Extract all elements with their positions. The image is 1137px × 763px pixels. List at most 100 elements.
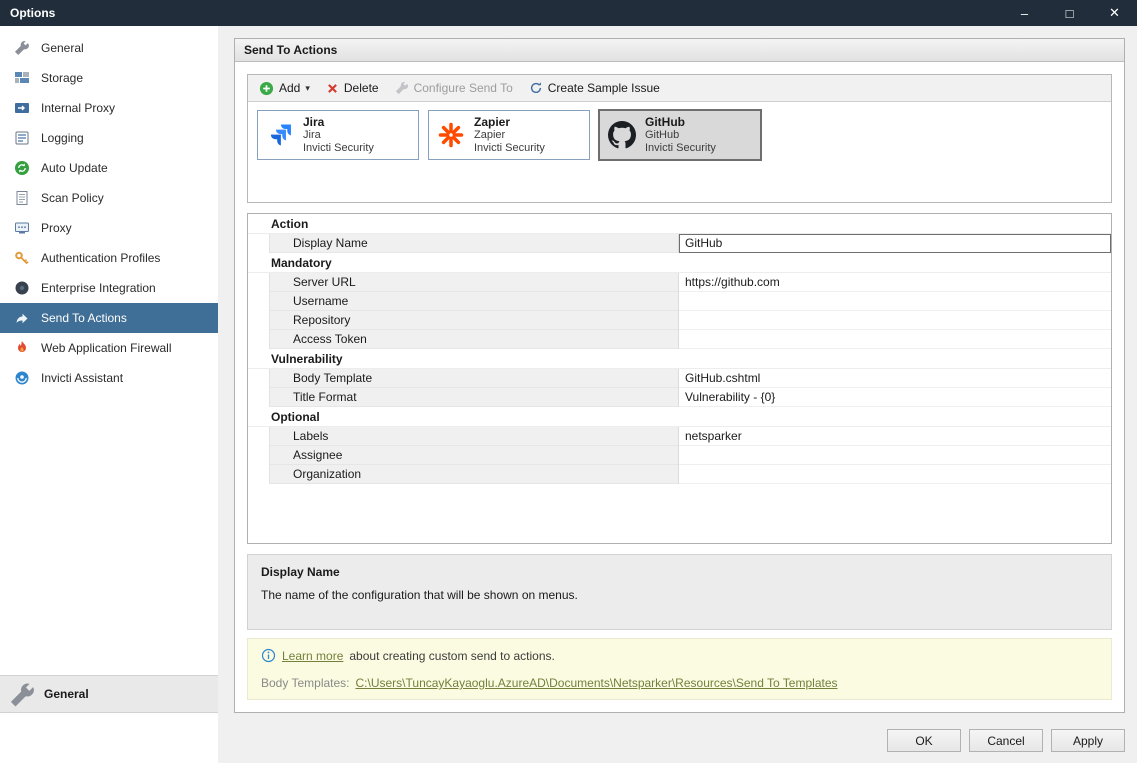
zapier-icon [436,120,466,150]
github-icon [607,120,637,150]
property-row-assignee: Assignee [248,446,1111,465]
row-gutter [248,311,270,330]
sidebar-item-scan-policy[interactable]: Scan Policy [0,183,218,213]
card-subtitle: GitHub [645,129,716,142]
proxy-icon [14,220,30,236]
body-templates-path-link[interactable]: C:\Users\TuncayKayaoglu.AzureAD\Document… [356,676,838,690]
configure-send-to-label: Configure Send To [414,81,513,95]
learn-more-suffix: about creating custom send to actions. [349,649,554,663]
create-sample-issue-button[interactable]: Create Sample Issue [521,78,668,98]
chevron-down-icon: ▾ [305,83,310,94]
cancel-button[interactable]: Cancel [969,729,1043,752]
sidebar-item-label: Authentication Profiles [41,251,160,265]
apply-button[interactable]: Apply [1051,729,1125,752]
internal-proxy-icon [14,100,30,116]
row-gutter [248,234,270,253]
scan-policy-icon [14,190,30,206]
property-group-optional[interactable]: Optional [248,407,1111,427]
property-label[interactable]: Body Template [270,369,679,388]
property-value-input[interactable] [679,330,1111,349]
sidebar-item-label: Storage [41,71,83,85]
property-label[interactable]: Labels [270,427,679,446]
row-gutter [248,273,270,292]
property-value-input[interactable]: Vulnerability - {0} [679,388,1111,407]
add-button-label: Add [279,81,300,95]
property-label[interactable]: Display Name [270,234,679,253]
property-group-vulnerability[interactable]: Vulnerability [248,349,1111,369]
sidebar-item-label: Auto Update [41,161,108,175]
sidebar-item-label: General [41,41,84,55]
learn-more-link[interactable]: Learn more [282,649,343,663]
card-title: Zapier [474,116,545,129]
property-value-input[interactable]: GitHub [679,234,1111,253]
row-gutter [248,369,270,388]
property-value-input[interactable] [679,292,1111,311]
sidebar-item-label: Web Application Firewall [41,341,172,355]
close-button[interactable]: ✕ [1092,0,1137,26]
sidebar-item-proxy[interactable]: Proxy [0,213,218,243]
sidebar-footer-label: General [44,687,89,701]
titlebar: Options – □ ✕ [0,0,1137,26]
ok-button[interactable]: OK [887,729,961,752]
logging-icon [14,130,30,146]
property-label[interactable]: Username [270,292,679,311]
card-jira[interactable]: Jira Jira Invicti Security [257,110,419,160]
property-value-input[interactable] [679,311,1111,330]
sidebar-item-invicti-assistant[interactable]: Invicti Assistant [0,363,218,393]
create-sample-issue-label: Create Sample Issue [548,81,660,95]
property-label[interactable]: Assignee [270,446,679,465]
card-github[interactable]: GitHub GitHub Invicti Security [599,110,761,160]
sidebar-item-send-to-actions[interactable]: Send To Actions [0,303,218,333]
sidebar-item-label: Internal Proxy [41,101,115,115]
sidebar-item-logging[interactable]: Logging [0,123,218,153]
minimize-button[interactable]: – [1002,0,1047,26]
sidebar-item-authentication-profiles[interactable]: Authentication Profiles [0,243,218,273]
property-row-title-format: Title Format Vulnerability - {0} [248,388,1111,407]
delete-button[interactable]: Delete [318,78,387,98]
property-row-display-name: Display Name GitHub [248,234,1111,253]
configure-send-to-button[interactable]: Configure Send To [387,78,521,98]
card-title: Jira [303,116,374,129]
property-value-input[interactable] [679,446,1111,465]
card-vendor: Invicti Security [474,142,545,155]
sidebar-item-storage[interactable]: Storage [0,63,218,93]
sidebar: General Storage Internal Proxy Logging A [0,26,218,763]
card-zapier[interactable]: Zapier Zapier Invicti Security [428,110,590,160]
panel-title: Send To Actions [235,39,1124,62]
add-button[interactable]: Add ▾ [251,78,318,99]
card-text: Jira Jira Invicti Security [303,116,374,155]
card-title: GitHub [645,116,716,129]
property-label[interactable]: Title Format [270,388,679,407]
main-area: General Storage Internal Proxy Logging A [0,26,1137,763]
property-value-input[interactable] [679,465,1111,484]
dialog-buttons: OK Cancel Apply [234,729,1125,752]
options-window: Options – □ ✕ General Storage Intern [0,0,1137,763]
sidebar-item-web-application-firewall[interactable]: Web Application Firewall [0,333,218,363]
sidebar-item-internal-proxy[interactable]: Internal Proxy [0,93,218,123]
info-bar: Learn more about creating custom send to… [247,638,1112,700]
sidebar-item-enterprise-integration[interactable]: Enterprise Integration [0,273,218,303]
property-label[interactable]: Server URL [270,273,679,292]
maximize-button[interactable]: □ [1047,0,1092,26]
card-vendor: Invicti Security [303,142,374,155]
property-value-input[interactable]: netsparker [679,427,1111,446]
sidebar-item-label: Enterprise Integration [41,281,156,295]
sidebar-item-auto-update[interactable]: Auto Update [0,153,218,183]
sidebar-item-label: Invicti Assistant [41,371,123,385]
property-label[interactable]: Organization [270,465,679,484]
sidebar-nav: General Storage Internal Proxy Logging A [0,26,218,393]
sidebar-item-general[interactable]: General [0,33,218,63]
send-to-actions-icon [14,310,30,326]
info-icon [261,648,276,663]
card-vendor: Invicti Security [645,142,716,155]
property-label[interactable]: Access Token [270,330,679,349]
property-value-input[interactable]: GitHub.cshtml [679,369,1111,388]
property-value-input[interactable]: https://github.com [679,273,1111,292]
description-title: Display Name [261,565,1098,579]
property-group-mandatory[interactable]: Mandatory [248,253,1111,273]
property-label[interactable]: Repository [270,311,679,330]
property-row-access-token: Access Token [248,330,1111,349]
panel-body: Add ▾ Delete Configure Send To [235,62,1124,712]
property-group-action[interactable]: Action [248,214,1111,234]
description-text: The name of the configuration that will … [261,588,1098,602]
